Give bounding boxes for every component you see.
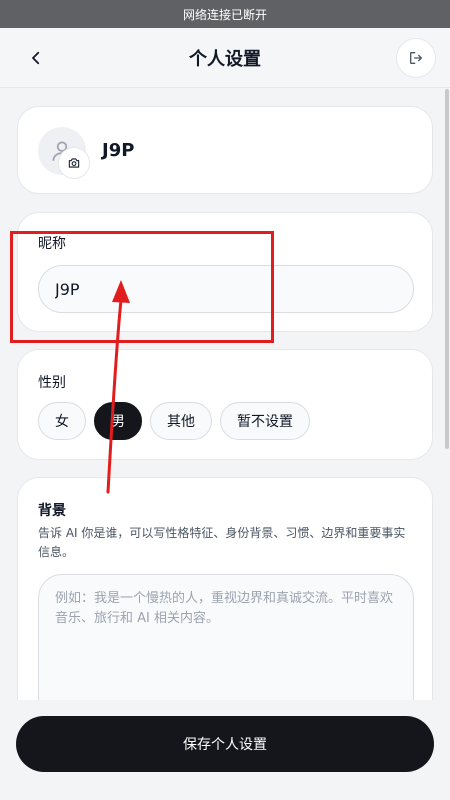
camera-icon	[68, 158, 80, 168]
nickname-card: 昵称	[17, 212, 433, 332]
top-nav-bar: 个人设置	[0, 28, 450, 88]
background-label: 背景	[38, 503, 66, 519]
nickname-input[interactable]	[38, 265, 414, 313]
profile-card: J9P	[17, 106, 433, 194]
gender-option-unset[interactable]: 暂不设置	[220, 402, 310, 440]
gender-label: 性别	[38, 375, 66, 391]
logout-button[interactable]	[396, 38, 436, 78]
save-profile-button[interactable]: 保存个人设置	[16, 716, 434, 772]
network-status-bar: 网络连接已断开	[0, 0, 450, 28]
scrollbar-thumb[interactable]	[445, 89, 449, 449]
page-title: 个人设置	[189, 49, 261, 70]
gender-options: 女 男 其他 暂不设置	[38, 402, 310, 440]
background-description: 告诉 AI 你是谁，可以写性格特征、身份背景、习惯、边界和重要事实信息。	[38, 526, 406, 559]
gender-card: 性别 女 男 其他 暂不设置	[17, 349, 433, 460]
gender-option-other[interactable]: 其他	[150, 402, 212, 440]
profile-name: J9P	[102, 140, 135, 161]
settings-scroll-area[interactable]: J9P 昵称 性别 女 男 其他 暂不设置 背景 告诉 AI 你是谁，可以写性格…	[0, 89, 450, 800]
gender-option-male[interactable]: 男	[94, 402, 142, 440]
logout-icon	[410, 52, 422, 64]
change-avatar-button[interactable]	[58, 147, 90, 179]
network-status-text: 网络连接已断开	[182, 7, 267, 22]
nickname-label: 昵称	[38, 236, 66, 252]
gender-option-female[interactable]: 女	[38, 402, 86, 440]
